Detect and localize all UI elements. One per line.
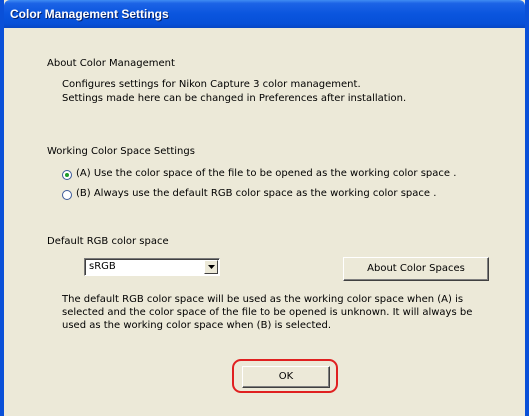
- radio-option-b-label[interactable]: (B) Always use the default RGB color spa…: [76, 188, 436, 199]
- window-title: Color Management Settings: [10, 7, 169, 21]
- about-color-spaces-button[interactable]: About Color Spaces: [343, 257, 489, 281]
- color-management-dialog: Color Management Settings About Color Ma…: [0, 0, 529, 416]
- default-rgb-select[interactable]: sRGB: [84, 258, 220, 276]
- radio-unselected-icon[interactable]: [62, 190, 72, 200]
- working-space-heading: Working Color Space Settings: [47, 146, 195, 157]
- about-line-2: Settings made here can be changed in Pre…: [62, 93, 407, 104]
- description-line-1: The default RGB color space will be used…: [62, 294, 464, 305]
- description-line-2: selected and the color space of the file…: [62, 307, 473, 318]
- radio-selected-icon[interactable]: [62, 170, 72, 180]
- description-line-3: used as the working color space when (B)…: [62, 320, 332, 331]
- ok-button[interactable]: OK: [242, 366, 330, 388]
- radio-option-a-label[interactable]: (A) Use the color space of the file to b…: [76, 168, 456, 179]
- title-bar[interactable]: Color Management Settings: [4, 0, 525, 28]
- about-line-1: Configures settings for Nikon Capture 3 …: [62, 79, 361, 90]
- about-heading: About Color Management: [47, 58, 175, 69]
- dropdown-arrow-icon[interactable]: [204, 260, 218, 274]
- default-rgb-heading: Default RGB color space: [47, 236, 169, 247]
- default-rgb-value: sRGB: [89, 261, 116, 272]
